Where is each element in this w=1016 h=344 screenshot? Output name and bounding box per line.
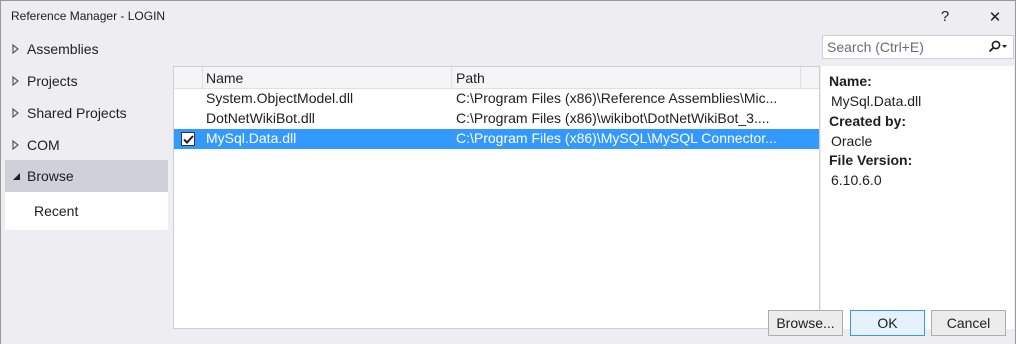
item-name: System.ObjectModel.dll — [206, 90, 354, 106]
sidebar: Assemblies Projects Shared Projects COM … — [5, 31, 168, 298]
details-created-by-label: Created by: — [829, 113, 907, 129]
collapsed-triangle-icon — [5, 76, 27, 86]
details-file-version-label: File Version: — [829, 152, 913, 168]
expanded-triangle-icon — [5, 172, 27, 181]
item-path: C:\Program Files (x86)\MySQL\MySQL Conne… — [456, 130, 777, 146]
item-name: MySql.Data.dll — [206, 130, 297, 146]
window-title: Reference Manager - LOGIN — [11, 9, 166, 23]
collapsed-triangle-icon — [5, 44, 27, 54]
sidebar-item-recent[interactable]: Recent — [5, 192, 168, 230]
sidebar-item-label: Browse — [27, 168, 74, 184]
search-box — [822, 35, 1014, 59]
reference-list: Name Path System.ObjectModel.dll C:\Prog… — [173, 66, 820, 329]
title-bar: Reference Manager - LOGIN ? ✕ — [0, 0, 1016, 31]
dialog-body: Assemblies Projects Shared Projects COM … — [0, 31, 1016, 344]
reference-checkbox[interactable] — [181, 132, 195, 146]
sidebar-item-label: Recent — [34, 203, 79, 219]
details-name-label: Name: — [829, 73, 872, 89]
details-created-by-value: Oracle — [831, 133, 873, 149]
search-icon[interactable] — [987, 39, 1009, 55]
sidebar-item-assemblies[interactable]: Assemblies — [5, 33, 168, 65]
sidebar-item-label: Projects — [27, 73, 78, 89]
list-item[interactable]: DotNetWikiBot.dll C:\Program Files (x86)… — [174, 109, 819, 129]
sidebar-item-label: Shared Projects — [27, 105, 127, 121]
sidebar-item-shared-projects[interactable]: Shared Projects — [5, 97, 168, 129]
sidebar-item-label: Assemblies — [27, 41, 99, 57]
details-name-value: MySql.Data.dll — [831, 93, 922, 109]
close-button[interactable]: ✕ — [975, 1, 1015, 32]
sidebar-item-com[interactable]: COM — [5, 129, 168, 161]
collapsed-triangle-icon — [5, 108, 27, 118]
sidebar-item-browse[interactable]: Browse — [5, 160, 168, 192]
cancel-button[interactable]: Cancel — [931, 310, 1006, 336]
ok-button[interactable]: OK — [850, 310, 925, 336]
item-path: C:\Program Files (x86)\wikibot\DotNetWik… — [456, 110, 770, 126]
list-item-selected[interactable]: MySql.Data.dll C:\Program Files (x86)\My… — [174, 129, 819, 149]
checkmark-icon — [182, 134, 194, 144]
search-input[interactable] — [827, 38, 985, 56]
collapsed-triangle-icon — [5, 140, 27, 150]
browse-button[interactable]: Browse... — [768, 310, 843, 336]
list-item[interactable]: System.ObjectModel.dll C:\Program Files … — [174, 89, 819, 109]
checkbox-column-header — [174, 67, 203, 89]
column-header-name[interactable]: Name — [203, 67, 452, 89]
item-path: C:\Program Files (x86)\Reference Assembl… — [456, 90, 778, 106]
sidebar-item-projects[interactable]: Projects — [5, 65, 168, 97]
sidebar-item-label: COM — [27, 137, 60, 153]
help-button[interactable]: ? — [925, 1, 965, 32]
list-header: Name Path — [174, 67, 819, 89]
item-name: DotNetWikiBot.dll — [206, 110, 315, 126]
details-file-version-value: 6.10.6.0 — [831, 172, 882, 188]
details-pane: Name: MySql.Data.dll Created by: Oracle … — [821, 66, 1014, 329]
column-header-path[interactable]: Path — [452, 67, 801, 89]
